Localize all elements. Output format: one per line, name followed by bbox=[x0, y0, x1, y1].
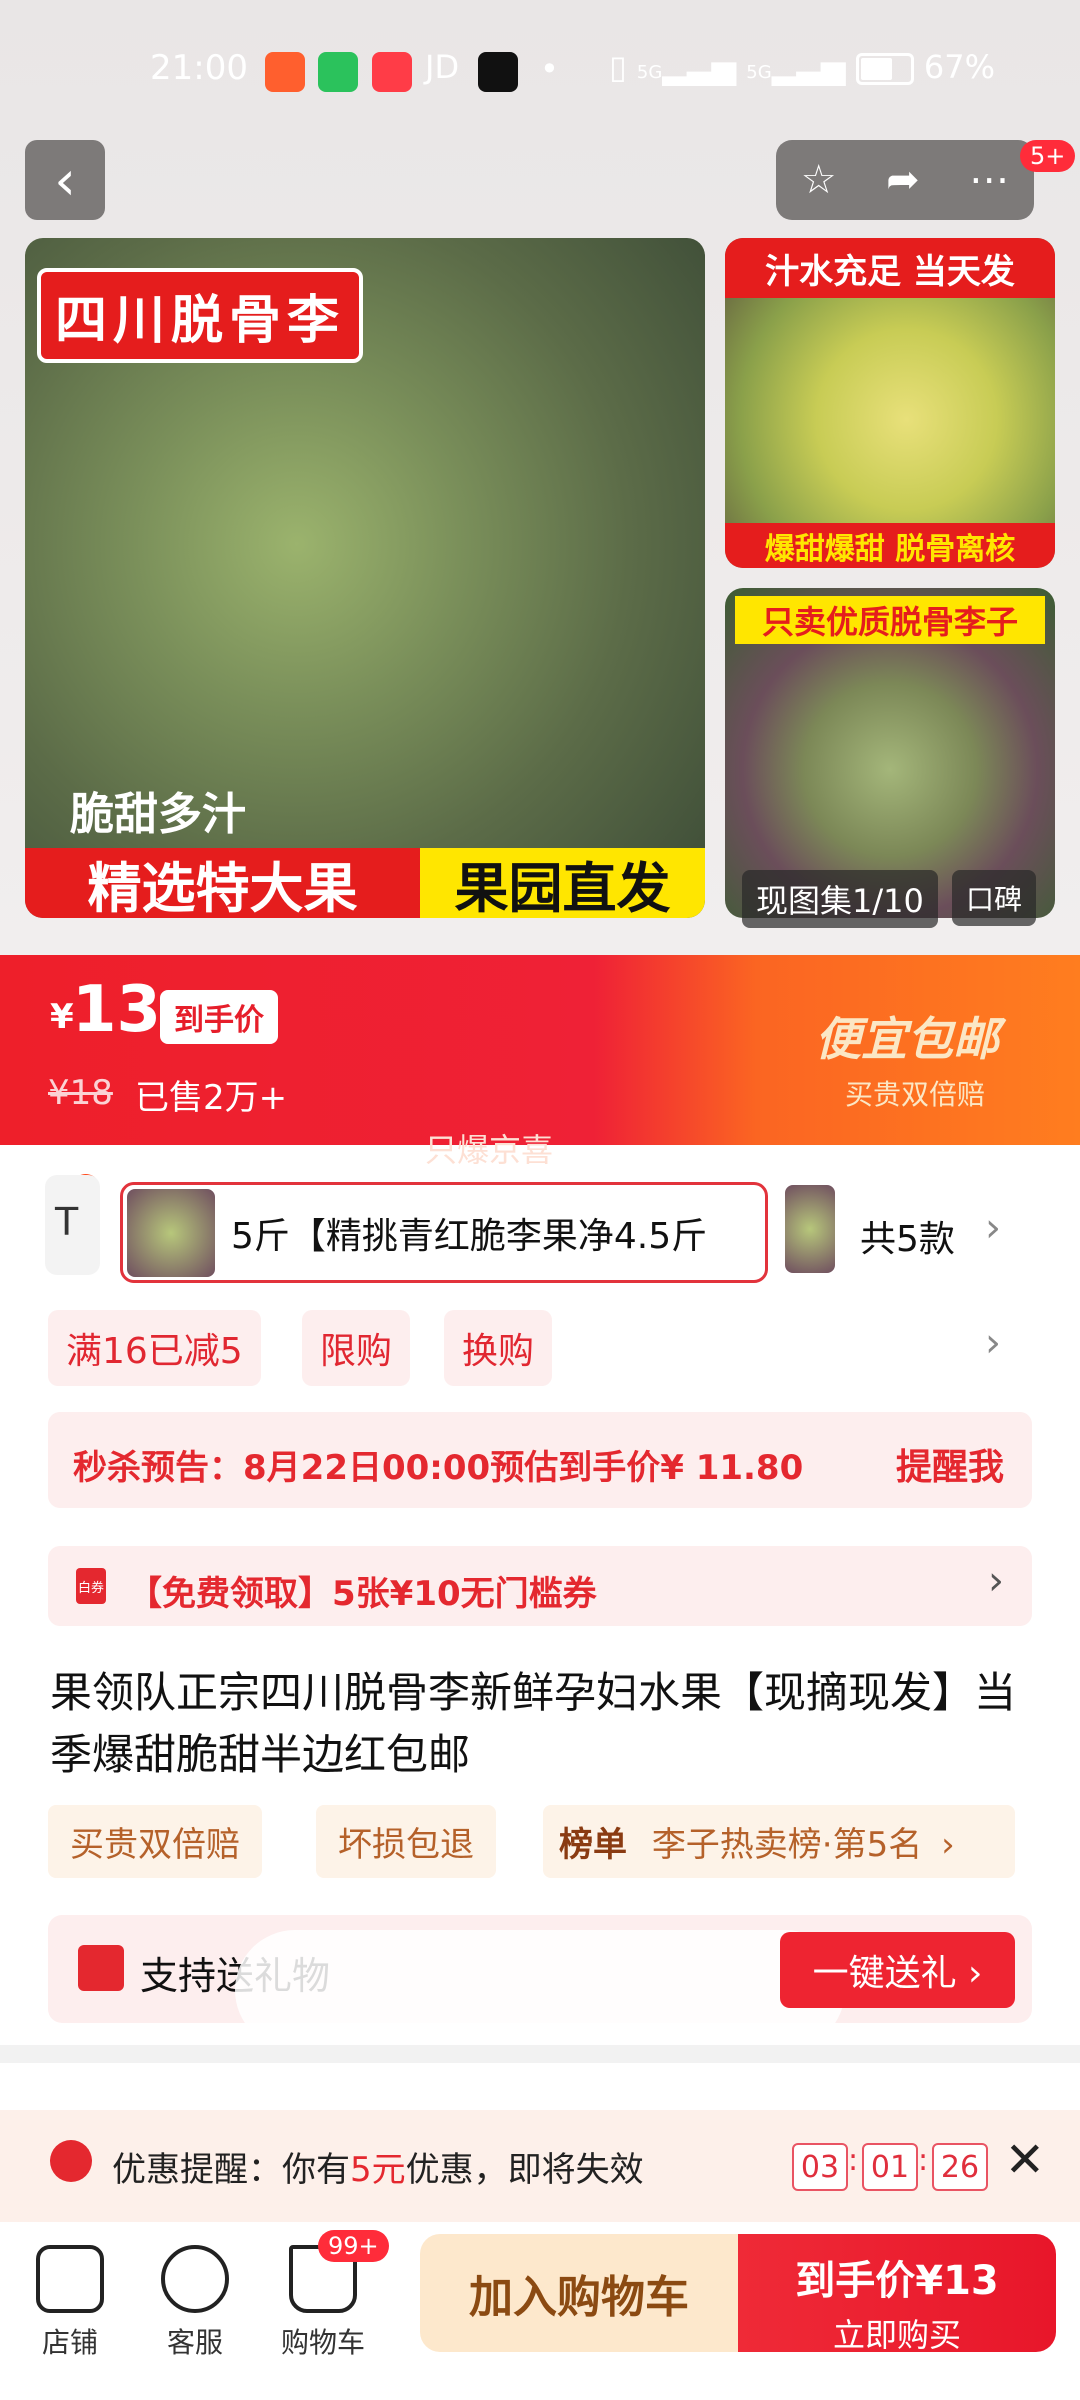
side-product-image[interactable]: 只卖优质脱骨李子 bbox=[725, 588, 1055, 918]
status-time: 21:00 bbox=[150, 48, 248, 88]
smile-icon bbox=[161, 2245, 229, 2313]
coupon-icon: 白券 bbox=[76, 1568, 106, 1604]
status-right: ▯ 5G▂▃▅ 5G▂▃▅ 67% bbox=[609, 48, 995, 86]
more-badge: 5+ bbox=[1020, 140, 1076, 172]
buy-price: 到手价¥13 bbox=[795, 2258, 999, 2304]
service-tag-damage-refund[interactable]: 坏损包退 bbox=[316, 1805, 496, 1878]
photo-counter[interactable]: 现图集1/10 bbox=[742, 870, 938, 928]
clock-icon bbox=[50, 2140, 92, 2182]
reminder-label: 优惠提醒：你有 bbox=[112, 2150, 350, 2190]
variant-label: 5斤【精挑青红脆李果净4.5斤 bbox=[231, 1215, 708, 1257]
section-divider bbox=[0, 2045, 1080, 2063]
countdown-hours: 03 bbox=[792, 2143, 848, 2191]
promo-title: 便宜包邮 bbox=[815, 1012, 999, 1066]
customer-service-nav[interactable]: 客服 bbox=[140, 2245, 250, 2361]
service-label: 客服 bbox=[166, 2326, 223, 2359]
signal-label-2: 5G bbox=[746, 62, 772, 83]
countdown-minutes: 01 bbox=[862, 2143, 918, 2191]
variant-thumbnail[interactable] bbox=[785, 1185, 835, 1273]
side-image-top-text: 只卖优质脱骨李子 bbox=[735, 596, 1045, 644]
variant-thumbnail bbox=[127, 1188, 215, 1277]
product-title: 果领队正宗四川脱骨李新鲜孕妇水果【现摘现发】当季爆甜脆甜半边红包邮 bbox=[50, 1668, 1017, 1779]
reminder-amount: 5元 bbox=[350, 2150, 406, 2190]
side-product-image[interactable]: 汁水充足 当天发 爆甜爆甜 脱骨离核 bbox=[725, 238, 1055, 568]
variant-count[interactable]: 共5款 bbox=[860, 1210, 955, 1262]
battery-percent: 67% bbox=[923, 48, 995, 86]
ranking-title: 榜单 bbox=[559, 1825, 627, 1865]
jingxi-label: 只爆京喜 bbox=[425, 1131, 554, 1169]
chevron-right-icon[interactable]: › bbox=[985, 1205, 1001, 1251]
close-icon[interactable]: ✕ bbox=[1005, 2132, 1045, 2188]
cart-badge: 99+ bbox=[318, 2230, 389, 2262]
side-image-bottom-text: 爆甜爆甜 脱骨离核 bbox=[725, 523, 1055, 568]
exchange-chip[interactable]: 换购 bbox=[444, 1310, 553, 1386]
send-gift-button[interactable]: 一键送礼 › bbox=[780, 1932, 1015, 2008]
side-image-top-text: 汁水充足 当天发 bbox=[725, 238, 1055, 298]
shop-nav[interactable]: 店铺 bbox=[15, 2245, 125, 2361]
buy-now-button[interactable]: 到手价¥13 立即购买 bbox=[738, 2234, 1056, 2354]
app-notification-icon bbox=[372, 52, 412, 92]
coupon-row[interactable]: 白券 【免费领取】5张¥10无门槛券 › bbox=[48, 1546, 1032, 1626]
back-button[interactable]: ‹ bbox=[25, 140, 105, 220]
store-icon bbox=[36, 2245, 104, 2313]
image-caption: 脆甜多汁 bbox=[70, 789, 246, 840]
main-product-image[interactable]: 四川脱骨李 脆甜多汁 精选特大果 果园直发 bbox=[25, 238, 705, 918]
countdown-separator: : bbox=[918, 2143, 929, 2178]
discount-chip[interactable]: 满16已减5 bbox=[48, 1310, 261, 1386]
tiktok-notification-icon bbox=[478, 52, 518, 92]
gift-icon bbox=[78, 1945, 124, 1991]
price-value: 13 bbox=[72, 973, 162, 1047]
cart-label: 购物车 bbox=[280, 2326, 365, 2359]
shop-label: 店铺 bbox=[41, 2326, 98, 2359]
vibrate-icon: ▯ bbox=[609, 48, 627, 86]
variant-option-selected[interactable]: 5斤【精挑青红脆李果净4.5斤 bbox=[120, 1182, 768, 1283]
sold-count: 已售2万+ bbox=[135, 1078, 288, 1118]
cart-nav[interactable]: 购物车 bbox=[268, 2245, 378, 2361]
limit-chip[interactable]: 限购 bbox=[302, 1310, 411, 1386]
seckill-label: 秒杀预告：8月22日00:00预估到手价¥ 11.80 bbox=[73, 1448, 804, 1488]
countdown-seconds: 26 bbox=[932, 2143, 988, 2191]
chevron-right-icon: › bbox=[941, 1825, 955, 1865]
image-tag: 四川脱骨李 bbox=[37, 268, 364, 363]
floating-overlay bbox=[235, 1930, 845, 2050]
chevron-left-icon: ‹ bbox=[54, 148, 76, 212]
price-band: ¥ 13 到手价 ¥18 已售2万+ 便宜包邮 买贵双倍赔 只爆京喜 bbox=[0, 955, 1080, 1169]
reminder-suffix: 优惠，即将失效 bbox=[405, 2150, 644, 2190]
remind-me-button[interactable]: 提醒我 bbox=[896, 1438, 1004, 1490]
chevron-right-icon[interactable]: › bbox=[985, 1320, 1001, 1366]
original-price: ¥18 bbox=[48, 1073, 113, 1113]
app-notification-icon bbox=[318, 52, 358, 92]
app-notification-icon bbox=[265, 52, 305, 92]
more-notifications-dot: • bbox=[540, 50, 559, 88]
price-tag: 到手价 bbox=[160, 990, 278, 1044]
share-icon[interactable]: ➦ bbox=[886, 157, 920, 203]
more-icon[interactable]: ⋯ bbox=[969, 157, 1009, 203]
image-banner-right: 果园直发 bbox=[420, 848, 705, 918]
countdown-separator: : bbox=[848, 2143, 859, 2178]
seckill-preview: 秒杀预告：8月22日00:00预估到手价¥ 11.80 提醒我 bbox=[48, 1412, 1032, 1508]
status-bar: 21:00 JD • ▯ 5G▂▃▅ 5G▂▃▅ 67% bbox=[0, 0, 1080, 140]
promo-subtitle: 买贵双倍赔 bbox=[845, 1078, 986, 1111]
ranking-tag[interactable]: 榜单 李子热卖榜·第5名 › bbox=[543, 1805, 1015, 1878]
top-actions: ☆ ➦ ⋯ bbox=[776, 140, 1034, 220]
jd-notification-icon: JD bbox=[425, 48, 460, 86]
add-to-cart-button[interactable]: 加入购物车 bbox=[420, 2234, 738, 2352]
battery-icon bbox=[855, 53, 914, 85]
star-icon[interactable]: ☆ bbox=[801, 157, 837, 203]
variant-option[interactable]: T bbox=[45, 1175, 100, 1275]
reviews-tab[interactable]: 口碑 bbox=[952, 870, 1037, 926]
coupon-label: 【免费领取】5张¥10无门槛券 bbox=[128, 1574, 597, 1614]
signal-icon: ▂▃▅ bbox=[771, 48, 846, 86]
signal-label-1: 5G bbox=[636, 62, 663, 83]
chevron-right-icon: › bbox=[988, 1558, 1004, 1604]
signal-icon: ▂▃▅ bbox=[662, 48, 737, 86]
image-banner-left: 精选特大果 bbox=[25, 848, 420, 918]
price-currency: ¥ bbox=[50, 997, 74, 1037]
buy-now-label: 立即购买 bbox=[832, 2316, 961, 2354]
service-tag-double-pay[interactable]: 买贵双倍赔 bbox=[48, 1805, 262, 1878]
ranking-text: 李子热卖榜·第5名 bbox=[651, 1825, 923, 1865]
